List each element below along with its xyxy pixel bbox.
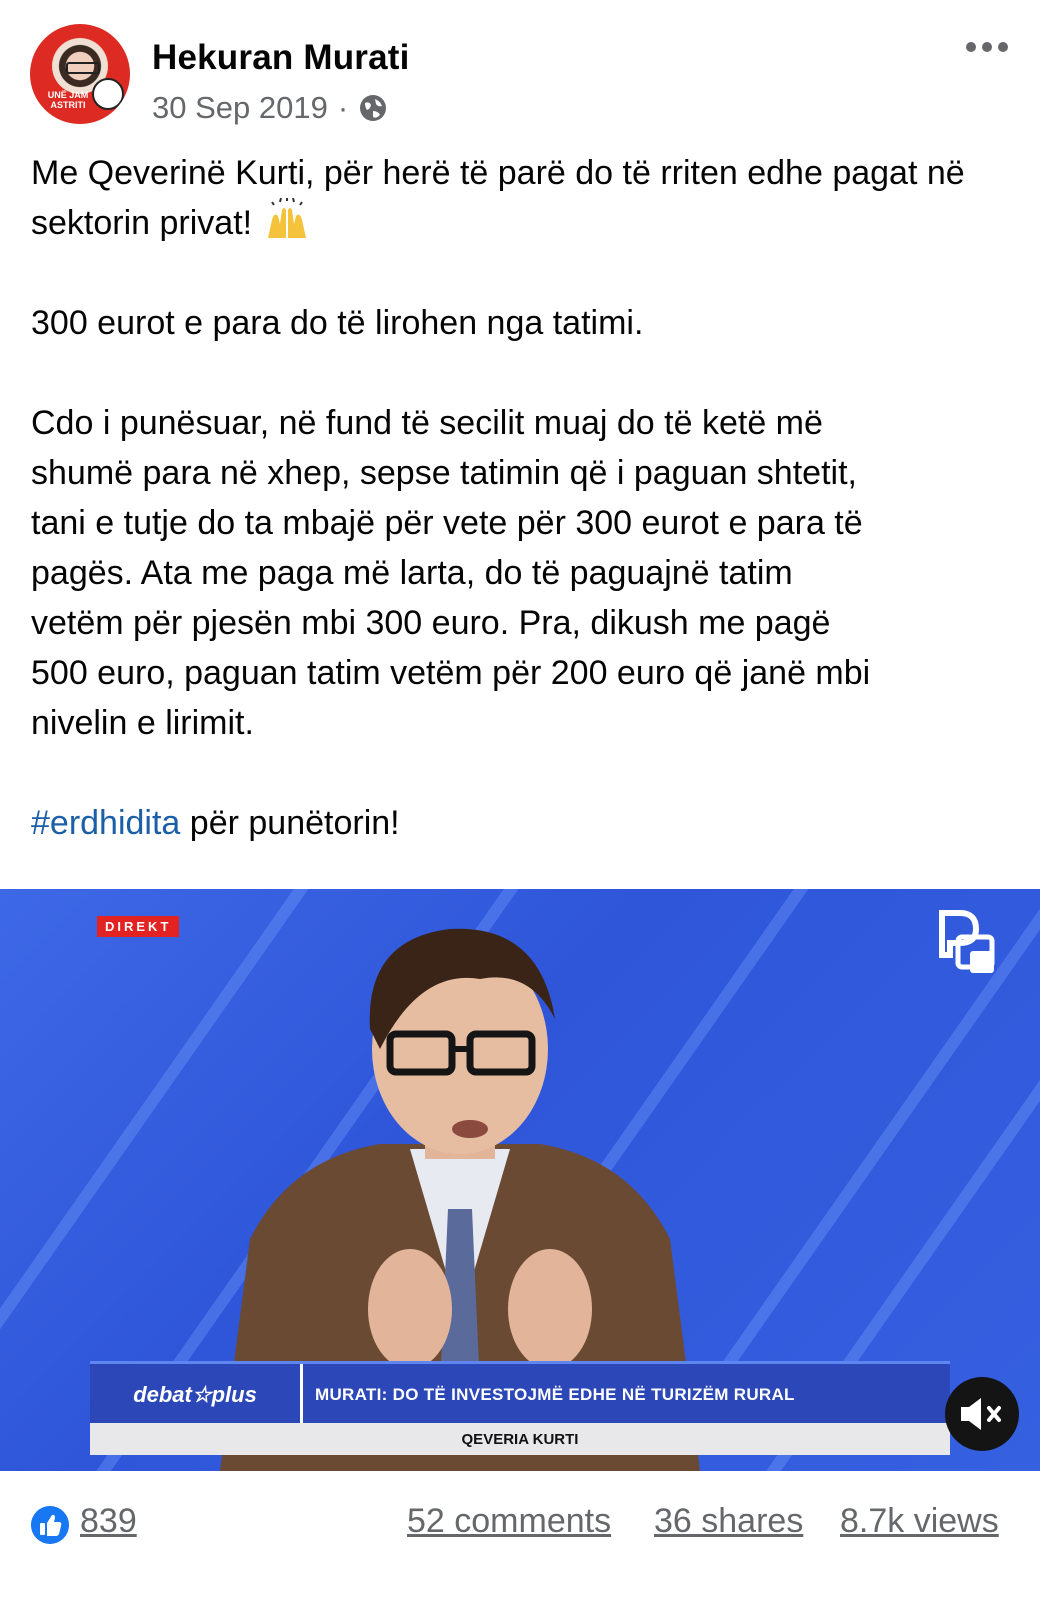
raising-hands-emoji-icon bbox=[267, 198, 306, 238]
picture-in-picture-icon[interactable] bbox=[936, 909, 1000, 979]
lower-third: debat☆plus MURATI: DO TË INVESTOJMË EDHE… bbox=[90, 1361, 950, 1455]
paragraph-2: 300 eurot e para do të lirohen nga tatim… bbox=[31, 304, 644, 342]
avatar-badge: UNË JAM ASTRITI bbox=[47, 90, 89, 110]
like-count[interactable]: 839 bbox=[80, 1502, 137, 1541]
globe-icon bbox=[360, 95, 387, 121]
like-icon bbox=[31, 1506, 69, 1544]
comments-count[interactable]: 52 comments bbox=[407, 1502, 611, 1541]
paragraph-3-line: shumë para në xhep, sepse tatimin që i p… bbox=[31, 454, 857, 492]
post-date[interactable]: 30 Sep 2019 bbox=[152, 90, 328, 126]
paragraph-1-text: Me Qeverinë Kurti, për herë të parë do t… bbox=[31, 154, 965, 242]
paragraph-1: Me Qeverinë Kurti, për herë të parë do t… bbox=[31, 148, 1031, 248]
paragraph-3-line: vetëm për pjesën mbi 300 euro. Pra, diku… bbox=[31, 604, 831, 642]
paragraph-4: #erdhidita për punëtorin! bbox=[31, 798, 1031, 848]
avatar-sketch-icon bbox=[92, 78, 124, 110]
post-meta: 30 Sep 2019 · bbox=[152, 90, 388, 126]
meta-separator: · bbox=[337, 90, 349, 125]
post-footer: 839 52 comments 36 shares 8.7k views bbox=[0, 1490, 1060, 1560]
paragraph-3-line: pagës. Ata me paga më larta, do të pagua… bbox=[31, 554, 793, 592]
paragraph-3-line: Cdo i punësuar, në fund të secilit muaj … bbox=[31, 404, 823, 442]
unmute-button[interactable] bbox=[945, 1377, 1019, 1451]
live-tag: DIREKT bbox=[97, 916, 180, 937]
video-player[interactable]: DIREKT debat☆plus MURATI: DO TË INVESTOJ… bbox=[0, 889, 1040, 1471]
paragraph-3-line: nivelin e lirimit. bbox=[31, 704, 254, 742]
lower-third-headline: MURATI: DO TË INVESTOJMË EDHE NË TURIZËM… bbox=[315, 1385, 795, 1404]
post-header: UNË JAM ASTRITI Hekuran Murati 30 Sep 20… bbox=[0, 0, 1060, 140]
paragraph-3-line: 500 euro, paguan tatim vetëm për 200 eur… bbox=[31, 654, 871, 692]
more-options-icon[interactable] bbox=[962, 32, 1012, 62]
avatar-glasses bbox=[66, 62, 100, 74]
hashtag-link[interactable]: #erdhidita bbox=[31, 804, 180, 842]
speaker-muted-icon bbox=[961, 1398, 1001, 1430]
lower-third-bar: debat☆plus MURATI: DO TË INVESTOJMË EDHE… bbox=[90, 1361, 950, 1426]
paragraph-3: Cdo i punësuar, në fund të secilit muaj … bbox=[31, 398, 1031, 748]
post-body: Me Qeverinë Kurti, për herë të parë do t… bbox=[31, 148, 1031, 848]
channel-logo: debat☆plus bbox=[90, 1364, 303, 1426]
paragraph-3-line: tani e tutje do ta mbajë për vete për 30… bbox=[31, 504, 863, 542]
hashtag-rest: për punëtorin! bbox=[180, 804, 400, 842]
shares-count[interactable]: 36 shares bbox=[654, 1502, 803, 1541]
author-name[interactable]: Hekuran Murati bbox=[152, 38, 410, 78]
views-count[interactable]: 8.7k views bbox=[840, 1502, 999, 1541]
lower-third-subline: QEVERIA KURTI bbox=[90, 1423, 950, 1455]
avatar[interactable]: UNË JAM ASTRITI bbox=[30, 24, 130, 124]
